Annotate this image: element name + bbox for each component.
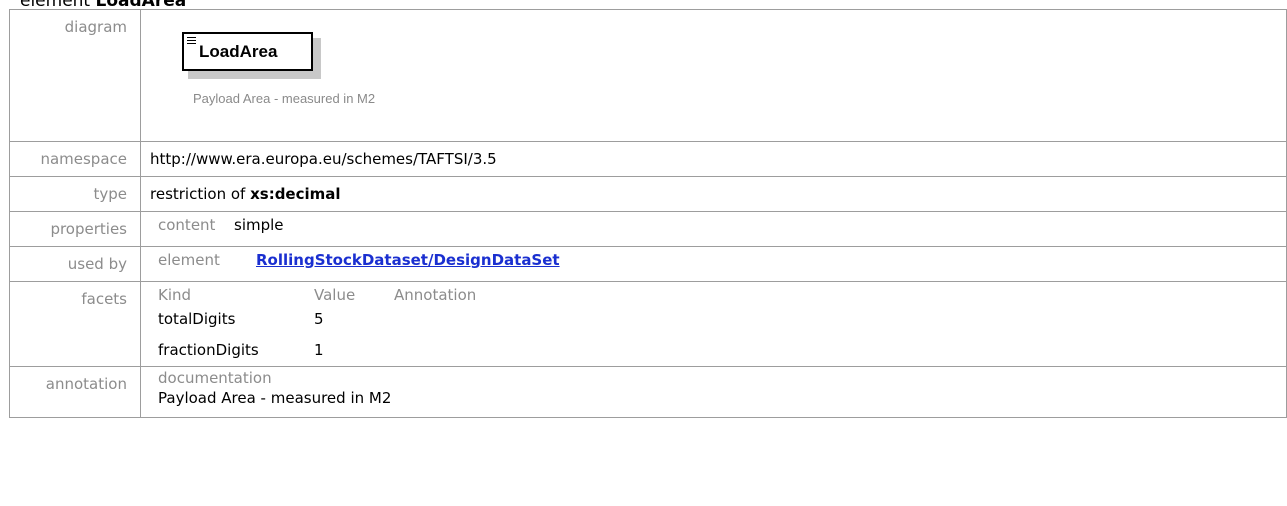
type-row: type restriction of xs:decimal xyxy=(9,176,1287,212)
facet-annotation xyxy=(394,306,476,333)
facets-table: Kind Value Annotation totalDigits 5 frac… xyxy=(158,286,476,360)
diagram-row: diagram LoadArea Payload Area - measured… xyxy=(9,9,1287,142)
diagram-documentation: Payload Area - measured in M2 xyxy=(193,91,376,106)
type-value: restriction of xs:decimal xyxy=(140,176,1287,212)
type-label: type xyxy=(9,176,141,212)
facet-value: 1 xyxy=(314,341,324,359)
annotation-key: documentation xyxy=(158,369,272,387)
type-prefix: restriction of xyxy=(150,185,246,203)
namespace-row: namespace http://www.era.europa.eu/schem… xyxy=(9,141,1287,177)
facets-header-value: Value xyxy=(314,286,356,304)
facet-annotation xyxy=(394,333,476,360)
facets-header-annotation: Annotation xyxy=(394,286,477,304)
used-by-row: used by element RollingStockDataset/Desig… xyxy=(9,246,1287,282)
facet-kind: fractionDigits xyxy=(158,341,259,359)
namespace-value: http://www.era.europa.eu/schemes/TAFTSI/… xyxy=(140,141,1287,177)
element-details-table: diagram LoadArea Payload Area - measured… xyxy=(9,9,1287,418)
element-content-icon xyxy=(187,37,196,46)
properties-label: properties xyxy=(9,211,141,247)
namespace-label: namespace xyxy=(9,141,141,177)
facet-value: 5 xyxy=(314,310,324,328)
facets-row: facets Kind Value Annotation totalDigits… xyxy=(9,281,1287,367)
used-by-label: used by xyxy=(9,246,141,282)
used-by-kind: element xyxy=(158,251,220,269)
facet-row: fractionDigits 1 xyxy=(158,333,476,360)
facet-row: totalDigits 5 xyxy=(158,306,476,333)
used-by-link[interactable]: RollingStockDataset/DesignDataSet xyxy=(256,251,560,269)
diagram-label: diagram xyxy=(9,9,141,142)
properties-key: content xyxy=(158,216,216,234)
diagram-element-box[interactable]: LoadArea xyxy=(182,32,313,71)
annotation-label: annotation xyxy=(9,366,141,418)
facets-label: facets xyxy=(9,281,141,367)
diagram-element-name: LoadArea xyxy=(199,42,278,61)
annotation-text: Payload Area - measured in M2 xyxy=(158,389,392,407)
facet-kind: totalDigits xyxy=(158,310,236,328)
schema-diagram: LoadArea Payload Area - measured in M2 xyxy=(150,10,420,130)
type-base: xs:decimal xyxy=(250,185,341,203)
properties-row: properties content simple xyxy=(9,211,1287,247)
facets-header-kind: Kind xyxy=(158,286,192,304)
annotation-row: annotation documentation Payload Area - … xyxy=(9,366,1287,418)
facets-header: Kind Value Annotation xyxy=(158,286,476,306)
properties-value: simple xyxy=(234,216,284,234)
